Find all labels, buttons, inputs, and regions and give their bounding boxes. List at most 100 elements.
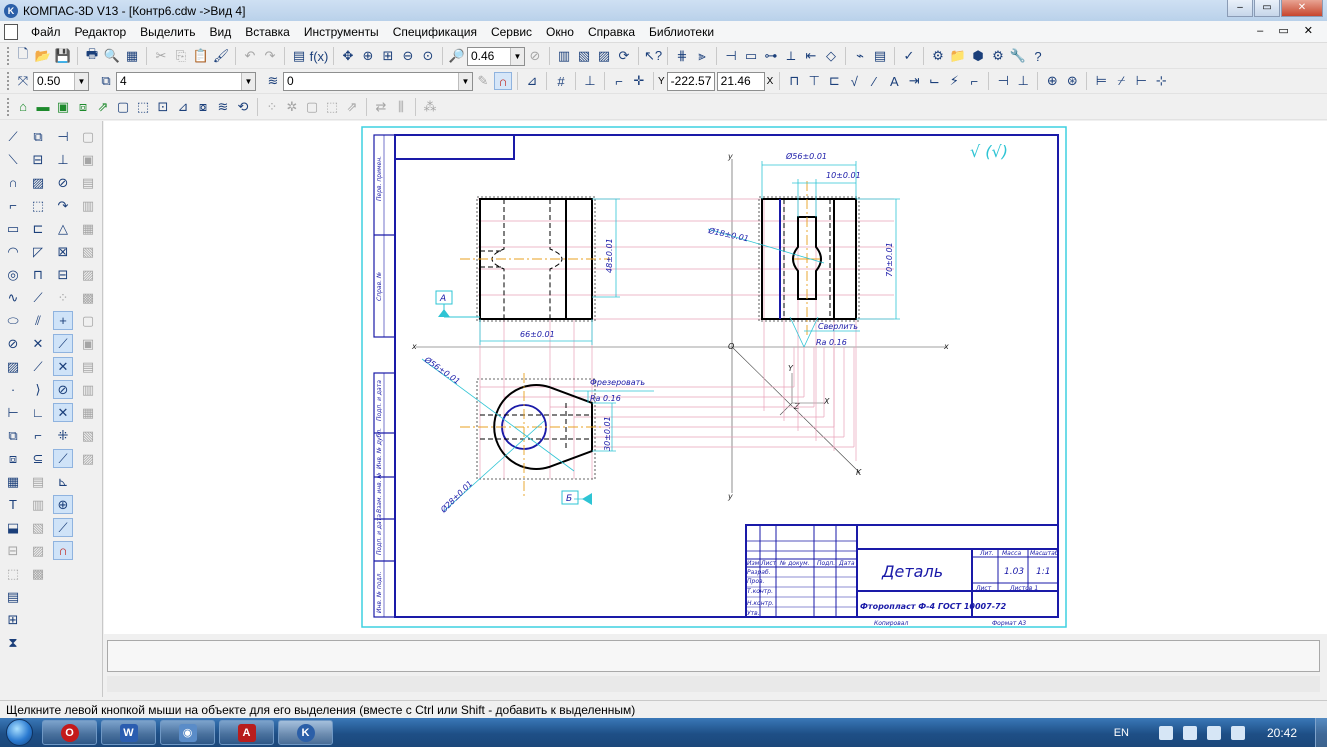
menu-help[interactable]: Справка — [581, 25, 642, 39]
magnet-icon[interactable]: ∩ — [53, 541, 73, 560]
menu-file[interactable]: Файл — [24, 25, 68, 39]
zoom-in-icon[interactable]: ⊕ — [359, 47, 377, 65]
device-icon[interactable] — [1230, 725, 1245, 740]
ellipse-tool-icon[interactable]: ⬭ — [3, 311, 23, 330]
panel-icon-5[interactable]: ▦ — [78, 219, 98, 238]
align-icon[interactable]: ⊨ — [1092, 72, 1110, 90]
properties-icon[interactable]: ▦ — [123, 47, 141, 65]
panel-icon-8[interactable]: ▩ — [78, 288, 98, 307]
disabled-arrow-icon[interactable]: ⇗ — [343, 98, 361, 116]
properties-panel[interactable] — [107, 640, 1320, 672]
disabled-cluster-icon[interactable]: ⁂ — [421, 98, 439, 116]
menu-service[interactable]: Сервис — [484, 25, 539, 39]
disabled-box-icon[interactable]: ▢ — [303, 98, 321, 116]
grid-icon[interactable]: # — [552, 72, 570, 90]
text-tool-icon[interactable]: T — [3, 495, 23, 514]
roughness-icon[interactable]: √ — [845, 72, 863, 90]
coord-y-field[interactable]: 21.46 — [716, 71, 765, 91]
toolbar-grip[interactable] — [7, 97, 10, 116]
transform-tool-icon[interactable]: ⧈ — [3, 449, 23, 468]
pan-icon[interactable]: ✥ — [339, 47, 357, 65]
refresh-icon[interactable]: ⟳ — [615, 47, 633, 65]
auto-axis-icon[interactable]: ⊣ — [994, 72, 1012, 90]
hatch2-tool-icon[interactable]: ⊟ — [53, 265, 73, 284]
cross-tool-icon[interactable]: ✕ — [28, 334, 48, 353]
chevron-down-icon[interactable]: ▼ — [458, 72, 472, 90]
panel-icon-7[interactable]: ▨ — [78, 265, 98, 284]
taskbar-acrobat[interactable]: A — [219, 720, 274, 745]
arrow-view-icon[interactable]: ⇥ — [905, 72, 923, 90]
taskbar-word[interactable]: W — [101, 720, 156, 745]
param-tool-icon[interactable]: ⊞ — [3, 610, 23, 629]
check-icon[interactable]: ✓ — [900, 47, 918, 65]
panel-icon-10[interactable]: ▣ — [78, 334, 98, 353]
report-tool-icon[interactable]: ▤ — [3, 587, 23, 606]
select-tool-icon[interactable]: ⬚ — [3, 564, 23, 583]
disabled-grid-icon[interactable]: ⁘ — [263, 98, 281, 116]
drawing-canvas[interactable]: Перв. примен. Справ. № Подп. и дата Инв.… — [104, 121, 1327, 634]
no-tool-icon[interactable]: ⊘ — [53, 173, 73, 192]
associative-icon[interactable]: ⧇ — [194, 98, 212, 116]
compact-panel-icon[interactable]: ▥ — [555, 47, 573, 65]
menu-window[interactable]: Окно — [539, 25, 581, 39]
triangle-tool-icon[interactable]: △ — [53, 219, 73, 238]
pattern-icon[interactable]: ≋ — [214, 98, 232, 116]
cut-line-icon[interactable]: ⌐ — [965, 72, 983, 90]
rotate-view-icon[interactable]: ⟲ — [234, 98, 252, 116]
panel-icon-12[interactable]: ▥ — [78, 380, 98, 399]
grid-snap-icon[interactable]: ⋕ — [673, 47, 691, 65]
measure-tool-icon[interactable]: ⊟ — [3, 541, 23, 560]
panel-icon-2[interactable]: ▣ — [78, 150, 98, 169]
snap-end-icon[interactable]: ⟋ — [53, 334, 73, 353]
snap-magnet-icon[interactable]: ∩ — [494, 72, 512, 90]
text-a-icon[interactable]: A — [885, 72, 903, 90]
preview-icon[interactable]: 🔍 — [103, 47, 121, 65]
spec-icon[interactable]: ▤ — [871, 47, 889, 65]
geometry-icon[interactable]: ⊶ — [762, 47, 780, 65]
create-view-icon[interactable]: ▬ — [34, 98, 52, 116]
polyline-tool-icon[interactable]: ⌐ — [3, 196, 23, 215]
component-icon[interactable]: ⬢ — [969, 47, 987, 65]
coord-x-field[interactable]: -222.57 — [666, 71, 715, 91]
cursor-step-combo[interactable]: 0.50 ▼ — [33, 71, 89, 91]
standard-views-icon[interactable]: ▣ — [54, 98, 72, 116]
cut-icon[interactable]: ✂ — [152, 47, 170, 65]
save-icon[interactable]: 💾 — [54, 47, 72, 65]
disabled-frame-icon[interactable]: ⬚ — [323, 98, 341, 116]
bracket-tool-icon[interactable]: ⟩ — [28, 380, 48, 399]
library-icon[interactable]: ⚙ — [929, 47, 947, 65]
measure-icon[interactable]: ⫸ — [693, 47, 711, 65]
zoom-out-icon[interactable]: ⊖ — [399, 47, 417, 65]
help-icon[interactable]: ? — [1029, 47, 1047, 65]
chamfer-tool-icon[interactable]: ◸ — [28, 242, 48, 261]
hidden-icons-icon[interactable] — [1158, 725, 1173, 740]
coord-snap-icon[interactable]: ✛ — [630, 72, 648, 90]
disabled-shift-icon[interactable]: ⇄ — [372, 98, 390, 116]
corner-tool-icon[interactable]: ⌐ — [28, 426, 48, 445]
scale-icon[interactable]: ⊹ — [1152, 72, 1170, 90]
weld-icon[interactable]: ⌙ — [925, 72, 943, 90]
tree-icon[interactable]: ▨ — [595, 47, 613, 65]
rectangle-tool-icon[interactable]: ▭ — [742, 47, 760, 65]
local-cs-icon[interactable]: ⊿ — [523, 72, 541, 90]
group-tool-icon[interactable]: ▧ — [28, 518, 48, 537]
rect-tool-icon[interactable]: ▭ — [3, 219, 23, 238]
menu-libraries[interactable]: Библиотеки — [642, 25, 721, 39]
snap-tangent-icon[interactable]: ⟋ — [53, 449, 73, 468]
zoom-scale-icon[interactable]: 🔎 — [448, 47, 466, 65]
menu-editor[interactable]: Редактор — [68, 25, 134, 39]
fill-tool-icon[interactable]: ▨ — [3, 357, 23, 376]
center-mark-icon[interactable]: ⊕ — [1043, 72, 1061, 90]
base-icon[interactable]: ⊤ — [805, 72, 823, 90]
menu-select[interactable]: Выделить — [133, 25, 202, 39]
toolbar-grip[interactable] — [7, 47, 10, 65]
parameters-icon[interactable]: ✎ — [474, 72, 492, 90]
gear-icon[interactable]: ⚙ — [989, 47, 1007, 65]
angle-tool-icon[interactable]: ∟ — [28, 403, 48, 422]
leader-icon[interactable]: ⁄ — [865, 72, 883, 90]
zoom-combo[interactable]: 0.46 ▼ — [467, 46, 525, 66]
panel-icon-13[interactable]: ▦ — [78, 403, 98, 422]
panel-icon-1[interactable]: ▢ — [78, 127, 98, 146]
wave-tool-icon[interactable]: ⊆ — [28, 449, 48, 468]
layer-state-icon[interactable]: ≋ — [264, 72, 282, 90]
